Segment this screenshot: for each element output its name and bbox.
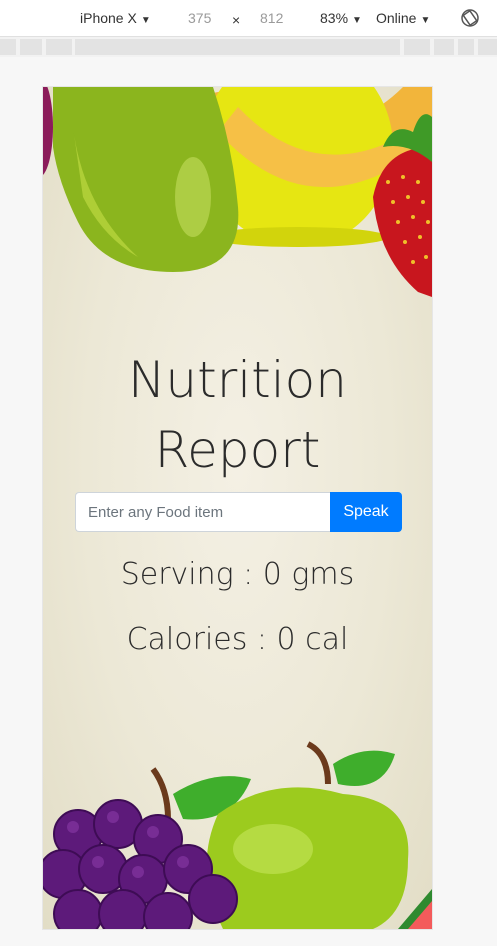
title-line-2: Report — [154, 421, 321, 479]
chevron-down-icon: ▼ — [352, 15, 362, 26]
rotate-icon[interactable] — [460, 8, 480, 28]
zoom-select[interactable]: 83% ▼ — [320, 10, 362, 26]
zoom-label: 83% — [320, 10, 349, 26]
network-label: Online — [376, 10, 417, 26]
device-label: iPhone X — [80, 10, 137, 26]
network-select[interactable]: Online ▼ — [376, 10, 430, 26]
bottom-fruits-illustration — [43, 741, 432, 929]
chevron-down-icon: ▼ — [140, 15, 151, 26]
food-search-input[interactable] — [75, 492, 330, 532]
food-search-group: Speak — [75, 492, 402, 532]
calories-text: Calories : 0 cal — [126, 622, 349, 657]
speak-button[interactable]: Speak — [330, 492, 402, 532]
page-title: Nutrition Report — [43, 345, 432, 485]
chevron-down-icon: ▼ — [420, 15, 431, 26]
media-query-bar[interactable] — [0, 37, 497, 57]
title-line-1: Nutrition — [128, 351, 347, 409]
phone-viewport: Nutrition Report Speak Serving : 0 gms C… — [42, 86, 433, 930]
serving-text: Serving : 0 gms — [120, 557, 355, 592]
height-input[interactable]: 812 — [260, 10, 283, 26]
top-fruits-illustration — [43, 87, 432, 297]
width-input[interactable]: 375 — [188, 10, 211, 26]
device-select[interactable]: iPhone X ▼ — [80, 10, 151, 26]
times-icon: × — [232, 12, 241, 28]
devtools-toolbar: iPhone X ▼ 375 × 812 83% ▼ Online ▼ — [0, 0, 497, 37]
